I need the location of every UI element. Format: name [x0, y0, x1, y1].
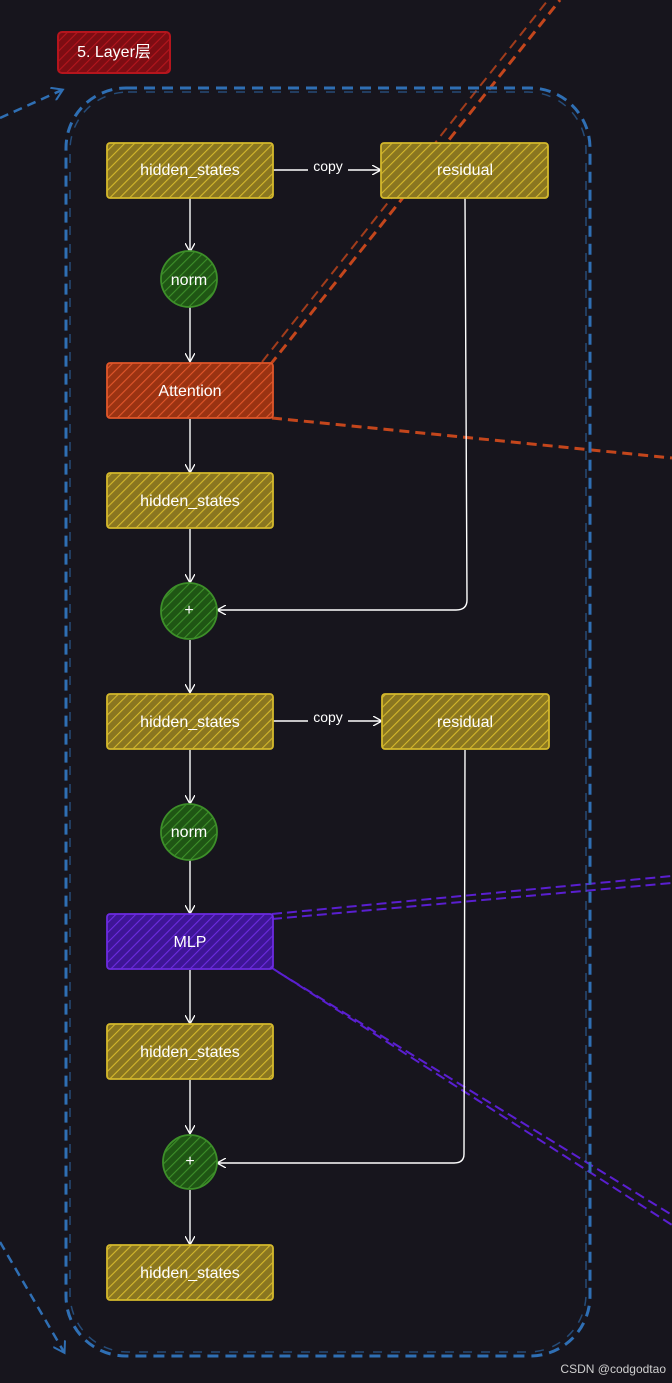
node-add-1: +: [160, 582, 218, 640]
blue-connector-in: [0, 90, 62, 120]
blue-connector-out: [0, 1241, 64, 1352]
node-label: norm: [171, 272, 207, 289]
node-hidden-states-3: hidden_states: [106, 693, 274, 750]
node-hidden-states-2: hidden_states: [106, 472, 274, 529]
node-label: +: [184, 602, 193, 619]
layer-title-badge: 5. Layer层: [57, 31, 171, 74]
node-hidden-states-1: hidden_states: [106, 142, 274, 199]
node-norm-2: norm: [160, 803, 218, 861]
node-label: norm: [171, 824, 207, 841]
purple-connector-lower-2: [277, 971, 672, 1216]
node-label: hidden_states: [140, 714, 240, 731]
node-mlp: MLP: [106, 913, 274, 970]
node-label: residual: [437, 714, 493, 731]
node-attention: Attention: [106, 362, 274, 419]
watermark: CSDN @codgodtao: [560, 1362, 666, 1376]
node-label: hidden_states: [140, 493, 240, 510]
copy-label-1: copy: [313, 158, 343, 174]
node-residual-1: residual: [380, 142, 549, 199]
node-hidden-states-5: hidden_states: [106, 1244, 274, 1301]
node-label: Attention: [158, 383, 221, 400]
node-hidden-states-4: hidden_states: [106, 1023, 274, 1080]
purple-connector-upper: [271, 875, 672, 915]
copy-label-2: copy: [313, 709, 343, 725]
orange-connector-right: [271, 416, 672, 460]
node-label: MLP: [174, 934, 207, 951]
purple-connector-lower: [271, 967, 672, 1226]
purple-connector-upper-2: [271, 882, 672, 920]
layer-title: 5. Layer层: [77, 44, 151, 61]
node-add-2: +: [162, 1134, 218, 1190]
node-residual-2: residual: [381, 693, 550, 750]
node-label: hidden_states: [140, 1265, 240, 1282]
node-label: hidden_states: [140, 162, 240, 179]
layer-diagram: 5. Layer层 copy copy hidden_states residu…: [0, 0, 672, 1376]
node-norm-1: norm: [160, 250, 218, 308]
external-connectors: [0, 0, 672, 1352]
node-label: hidden_states: [140, 1044, 240, 1061]
node-label: +: [185, 1153, 194, 1170]
node-label: residual: [437, 162, 493, 179]
